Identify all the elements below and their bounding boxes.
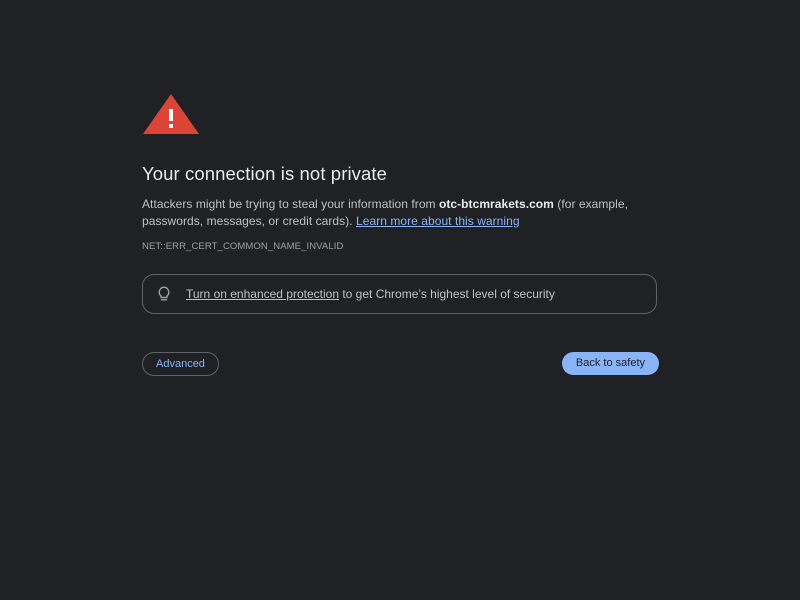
lightbulb-icon — [157, 286, 171, 302]
message-prefix: Attackers might be trying to steal your … — [142, 197, 439, 211]
page-title: Your connection is not private — [142, 163, 388, 184]
button-row: Advanced Back to safety — [142, 352, 659, 376]
enhanced-protection-banner: Turn on enhanced protection to get Chrom… — [142, 274, 657, 314]
enhanced-protection-link[interactable]: Turn on enhanced protection — [186, 287, 339, 301]
learn-more-link[interactable]: Learn more about this warning — [356, 214, 520, 228]
protection-message: Turn on enhanced protection to get Chrom… — [186, 287, 555, 301]
site-domain: otc-btcmrakets.com — [438, 197, 554, 211]
interstitial-content: Your connection is not private Attackers… — [142, 94, 659, 376]
advanced-button[interactable]: Advanced — [142, 352, 219, 376]
error-code: NET::ERR_CERT_COMMON_NAME_INVALID — [142, 241, 344, 252]
protection-description: to get Chrome’s highest level of securit… — [339, 287, 555, 301]
back-to-safety-button[interactable]: Back to safety — [561, 352, 659, 375]
warning-message: Attackers might be trying to steal your … — [142, 196, 659, 230]
warning-triangle-icon — [143, 94, 199, 134]
